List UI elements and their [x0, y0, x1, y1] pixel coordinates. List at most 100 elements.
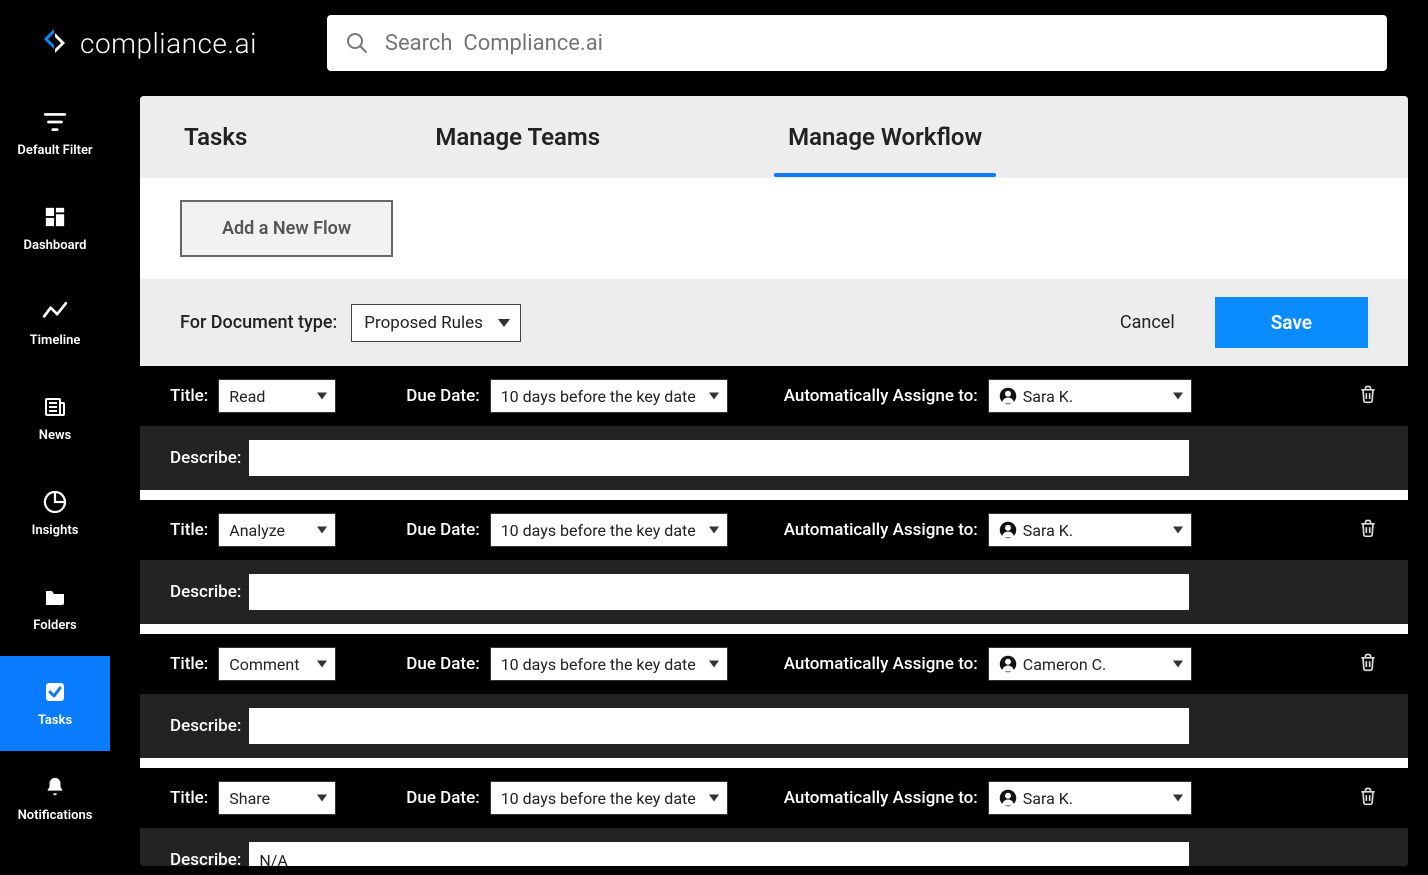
assignee-value: Sara K.: [1023, 521, 1073, 540]
sidebar-item-insights[interactable]: Insights: [0, 466, 110, 561]
trash-icon: [1358, 383, 1378, 405]
document-type-label: For Document type:: [180, 312, 337, 333]
title-label: Title:: [170, 654, 208, 674]
sidebar-item-default-filter[interactable]: Default Filter: [0, 86, 110, 181]
due-date-select[interactable]: 10 days before the key date: [490, 379, 728, 413]
tab-manage-workflow[interactable]: Manage Workflow: [784, 123, 986, 151]
sidebar-item-label: Default Filter: [17, 143, 92, 158]
filter-icon: [42, 109, 68, 135]
chevron-down-icon: [1173, 661, 1183, 668]
person-icon: [999, 521, 1017, 539]
document-type-value: Proposed Rules: [364, 313, 483, 333]
flow-describe-row: Describe:: [140, 426, 1408, 490]
title-select[interactable]: Analyze: [218, 513, 336, 547]
logo: compliance.ai: [40, 27, 257, 60]
title-value: Share: [229, 789, 270, 808]
flow-row: Title: Comment Due Date: 10 days before …: [140, 634, 1408, 758]
describe-input[interactable]: [249, 440, 1189, 476]
person-icon: [999, 789, 1017, 807]
due-date-value: 10 days before the key date: [501, 655, 696, 674]
delete-flow-button[interactable]: [1358, 383, 1378, 409]
assignee-select[interactable]: Sara K.: [988, 379, 1192, 413]
trash-icon: [1358, 651, 1378, 673]
sidebar-item-timeline[interactable]: Timeline: [0, 276, 110, 371]
sidebar: Default Filter Dashboard Timeline News I…: [0, 86, 110, 875]
describe-label: Describe:: [170, 448, 241, 468]
tabs: Tasks Manage Teams Manage Workflow: [140, 96, 1408, 178]
describe-input[interactable]: [249, 574, 1189, 610]
filter-row: For Document type: Proposed Rules Cancel…: [140, 279, 1408, 366]
flow-row: Title: Analyze Due Date: 10 days before …: [140, 500, 1408, 624]
person-icon: [999, 655, 1017, 673]
due-date-label: Due Date:: [406, 520, 479, 540]
title-label: Title:: [170, 788, 208, 808]
describe-input[interactable]: [249, 842, 1189, 866]
chevron-down-icon: [1173, 527, 1183, 534]
describe-input[interactable]: [249, 708, 1189, 744]
flow-row: Title: Read Due Date: 10 days before the…: [140, 366, 1408, 490]
sidebar-item-folders[interactable]: Folders: [0, 561, 110, 656]
assignee-label: Automatically Assigne to:: [784, 386, 978, 406]
tab-manage-teams[interactable]: Manage Teams: [431, 123, 604, 151]
document-type-select[interactable]: Proposed Rules: [351, 304, 521, 342]
tasks-icon: [42, 679, 68, 705]
due-date-select[interactable]: 10 days before the key date: [490, 781, 728, 815]
insights-icon: [42, 489, 68, 515]
due-date-value: 10 days before the key date: [501, 387, 696, 406]
flow-describe-row: Describe:: [140, 694, 1408, 758]
flow-describe-row: Describe:: [140, 828, 1408, 866]
assignee-label: Automatically Assigne to:: [784, 654, 978, 674]
search-bar[interactable]: [327, 15, 1387, 71]
search-input[interactable]: [385, 31, 1369, 56]
due-date-select[interactable]: 10 days before the key date: [490, 513, 728, 547]
describe-label: Describe:: [170, 850, 241, 866]
chevron-down-icon: [317, 527, 327, 534]
sidebar-item-label: Notifications: [18, 808, 93, 823]
chevron-down-icon: [1173, 795, 1183, 802]
cancel-button[interactable]: Cancel: [1120, 312, 1175, 333]
due-date-label: Due Date:: [406, 654, 479, 674]
due-date-select[interactable]: 10 days before the key date: [490, 647, 728, 681]
delete-flow-button[interactable]: [1358, 517, 1378, 543]
title-label: Title:: [170, 520, 208, 540]
sidebar-item-tasks[interactable]: Tasks: [0, 656, 110, 751]
news-icon: [42, 394, 68, 420]
chevron-down-icon: [709, 393, 719, 400]
flow-row: Title: Share Due Date: 10 days before th…: [140, 768, 1408, 866]
tab-tasks[interactable]: Tasks: [180, 123, 251, 151]
title-select[interactable]: Comment: [218, 647, 336, 681]
folder-icon: [42, 584, 68, 610]
sidebar-item-dashboard[interactable]: Dashboard: [0, 181, 110, 276]
trash-icon: [1358, 517, 1378, 539]
brand-text: compliance.ai: [80, 27, 257, 60]
flow-header: Title: Analyze Due Date: 10 days before …: [140, 500, 1408, 560]
due-date-label: Due Date:: [406, 788, 479, 808]
sidebar-item-notifications[interactable]: Notifications: [0, 751, 110, 846]
flows-list: Title: Read Due Date: 10 days before the…: [140, 366, 1408, 866]
assignee-label: Automatically Assigne to:: [784, 520, 978, 540]
assignee-select[interactable]: Cameron C.: [988, 647, 1192, 681]
panel: Tasks Manage Teams Manage Workflow Add a…: [140, 96, 1408, 866]
describe-label: Describe:: [170, 716, 241, 736]
chevron-down-icon: [709, 795, 719, 802]
chevron-down-icon: [317, 661, 327, 668]
save-button[interactable]: Save: [1215, 297, 1368, 348]
delete-flow-button[interactable]: [1358, 651, 1378, 677]
assignee-select[interactable]: Sara K.: [988, 513, 1192, 547]
flow-describe-row: Describe:: [140, 560, 1408, 624]
assignee-value: Sara K.: [1023, 789, 1073, 808]
title-select[interactable]: Share: [218, 781, 336, 815]
sidebar-item-label: Insights: [32, 523, 79, 538]
assignee-select[interactable]: Sara K.: [988, 781, 1192, 815]
due-date-value: 10 days before the key date: [501, 789, 696, 808]
add-new-flow-button[interactable]: Add a New Flow: [180, 200, 393, 257]
sidebar-item-news[interactable]: News: [0, 371, 110, 466]
sidebar-item-label: Dashboard: [24, 238, 87, 253]
due-date-value: 10 days before the key date: [501, 521, 696, 540]
due-date-label: Due Date:: [406, 386, 479, 406]
delete-flow-button[interactable]: [1358, 785, 1378, 811]
assignee-value: Cameron C.: [1023, 655, 1106, 674]
chevron-down-icon: [1173, 393, 1183, 400]
title-value: Read: [229, 387, 265, 406]
title-select[interactable]: Read: [218, 379, 336, 413]
